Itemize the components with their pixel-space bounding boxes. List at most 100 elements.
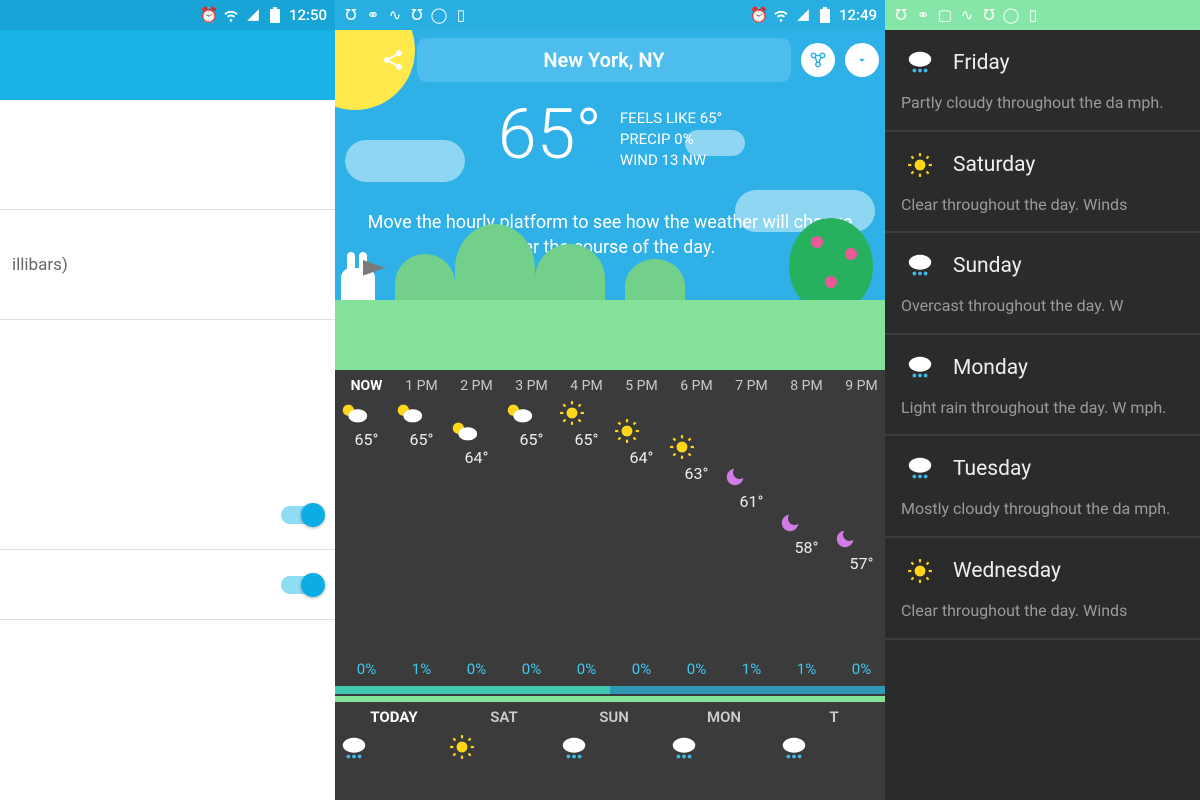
- settings-row[interactable]: [0, 100, 335, 210]
- hour-temp: 57°: [834, 554, 885, 573]
- settings-pane: ⏰ 12:50 illibars): [0, 0, 335, 800]
- toggle-switch[interactable]: [281, 576, 323, 594]
- circle-icon: ◯: [431, 7, 447, 23]
- day-row[interactable]: Wednesday Clear throughout the day. Wind…: [885, 538, 1200, 640]
- hour-temp: 65°: [559, 430, 614, 449]
- hour-label: 2 PM: [449, 378, 504, 394]
- hour-cell: 65°: [339, 400, 394, 656]
- day-name: Tuesday: [953, 457, 1031, 481]
- day-description: Partly cloudy throughout the da mph.: [901, 92, 1184, 114]
- day-row[interactable]: Saturday Clear throughout the day. Winds: [885, 132, 1200, 234]
- hour-precip: 0%: [449, 660, 504, 678]
- hour-cell: 57°: [834, 400, 885, 656]
- day-icon-cell: [559, 730, 669, 768]
- settings-header: [0, 30, 335, 100]
- sun-icon: [907, 558, 933, 584]
- hour-label: 8 PM: [779, 378, 834, 394]
- day-row[interactable]: Tuesday Mostly cloudy throughout the da …: [885, 436, 1200, 538]
- day-label: TODAY: [339, 708, 449, 726]
- voicemail-icon: ⚭: [365, 7, 381, 23]
- settings-toggle-row-2[interactable]: [0, 550, 335, 620]
- app-icon: ℧: [893, 7, 909, 23]
- day-description: Light rain throughout the day. W mph.: [901, 397, 1184, 419]
- hour-temp: 65°: [339, 430, 394, 449]
- signal-icon: [245, 7, 261, 23]
- sun-icon: [559, 400, 614, 426]
- rain-cloud-icon: [905, 48, 935, 78]
- day-name: Sunday: [953, 254, 1022, 278]
- dropdown-button[interactable]: [845, 43, 879, 77]
- day-description: Clear throughout the day. Winds: [901, 194, 1184, 216]
- hour-precip: 0%: [614, 660, 669, 678]
- daily-strip[interactable]: TODAYSATSUNMONT: [335, 696, 885, 770]
- share-icon[interactable]: [379, 46, 407, 74]
- day-label: MON: [669, 708, 779, 726]
- wifi-icon: [223, 7, 239, 23]
- current-temp: 65°: [498, 100, 602, 170]
- hour-temp: 63°: [669, 464, 724, 483]
- location-pill[interactable]: New York, NY: [417, 38, 791, 82]
- daily-detail-pane: ℧ ⚭ ▢ ∿ ℧ ◯ ▯ Friday Partly cloudy throu…: [885, 0, 1200, 800]
- partly-cloudy-icon: [504, 400, 559, 426]
- moon-icon: [724, 466, 779, 488]
- day-name: Friday: [953, 51, 1010, 75]
- hour-label: 1 PM: [394, 378, 449, 394]
- hourly-forecast[interactable]: NOW1 PM2 PM3 PM4 PM5 PM6 PM7 PM8 PM9 PM …: [335, 370, 885, 694]
- pulse-icon: ∿: [387, 7, 403, 23]
- app-icon: ℧: [409, 7, 425, 23]
- precip-bar: [335, 686, 885, 694]
- hour-precip: 0%: [504, 660, 559, 678]
- app-icon: ℧: [981, 7, 997, 23]
- hour-label: 5 PM: [614, 378, 669, 394]
- status-time: 12:50: [289, 6, 327, 24]
- settings-row-pressure[interactable]: illibars): [0, 210, 335, 320]
- day-row[interactable]: Friday Partly cloudy throughout the da m…: [885, 30, 1200, 132]
- phone-icon: ▯: [453, 7, 469, 23]
- hour-temp: 65°: [504, 430, 559, 449]
- toggle-switch[interactable]: [281, 506, 323, 524]
- day-row[interactable]: Sunday Overcast throughout the day. W: [885, 233, 1200, 335]
- hour-precip: 0%: [669, 660, 724, 678]
- app-icon: ℧: [343, 7, 359, 23]
- wifi-icon: [773, 7, 789, 23]
- hour-cell: 64°: [449, 400, 504, 656]
- alarm-icon: ⏰: [201, 7, 217, 23]
- day-description: Clear throughout the day. Winds: [901, 600, 1184, 622]
- rain-cloud-icon: [339, 734, 449, 764]
- rain-cloud-icon: [779, 734, 885, 764]
- hour-cell: 65°: [394, 400, 449, 656]
- hero-message: Move the hourly platform to see how the …: [359, 210, 861, 260]
- hour-cell: 64°: [614, 400, 669, 656]
- hour-cell: 58°: [779, 400, 834, 656]
- status-bar: ⏰ 12:50: [0, 0, 335, 30]
- hour-label: 7 PM: [724, 378, 779, 394]
- pulse-icon: ∿: [959, 7, 975, 23]
- battery-icon: [267, 7, 283, 23]
- weather-stats: FEELS LIKE 65° PRECIP 0% WIND 13 NW: [620, 100, 722, 171]
- hour-precip: 0%: [339, 660, 394, 678]
- day-description: Overcast throughout the day. W: [901, 295, 1184, 317]
- weather-hero[interactable]: New York, NY 65° FEELS LIKE 65° PRECIP 0…: [335, 30, 885, 370]
- day-description: Mostly cloudy throughout the da mph.: [901, 498, 1184, 520]
- partly-cloudy-icon: [394, 400, 449, 426]
- hour-label: NOW: [339, 378, 394, 394]
- partly-cloudy-icon: [449, 418, 504, 444]
- weather-main-pane: ℧ ⚭ ∿ ℧ ◯ ▯ ⏰ 12:49 New: [335, 0, 885, 800]
- precip: PRECIP 0%: [620, 129, 722, 150]
- graph-button[interactable]: [801, 43, 835, 77]
- location-label: New York, NY: [543, 48, 664, 72]
- status-bar: ℧ ⚭ ∿ ℧ ◯ ▯ ⏰ 12:49: [335, 0, 885, 30]
- moon-icon: [779, 512, 834, 534]
- phone-icon: ▯: [1025, 7, 1041, 23]
- day-icon-cell: [669, 730, 779, 768]
- wind: WIND 13 NW: [620, 150, 722, 171]
- settings-toggle-row-1[interactable]: [0, 480, 335, 550]
- day-row[interactable]: Monday Light rain throughout the day. W …: [885, 335, 1200, 437]
- status-bar: ℧ ⚭ ▢ ∿ ℧ ◯ ▯: [885, 0, 1200, 30]
- feels-like: FEELS LIKE 65°: [620, 108, 722, 129]
- day-icon-cell: [779, 730, 885, 768]
- hour-cell: 63°: [669, 400, 724, 656]
- voicemail-icon: ⚭: [915, 7, 931, 23]
- hour-precip: 0%: [559, 660, 614, 678]
- alert-icon[interactable]: [341, 46, 369, 74]
